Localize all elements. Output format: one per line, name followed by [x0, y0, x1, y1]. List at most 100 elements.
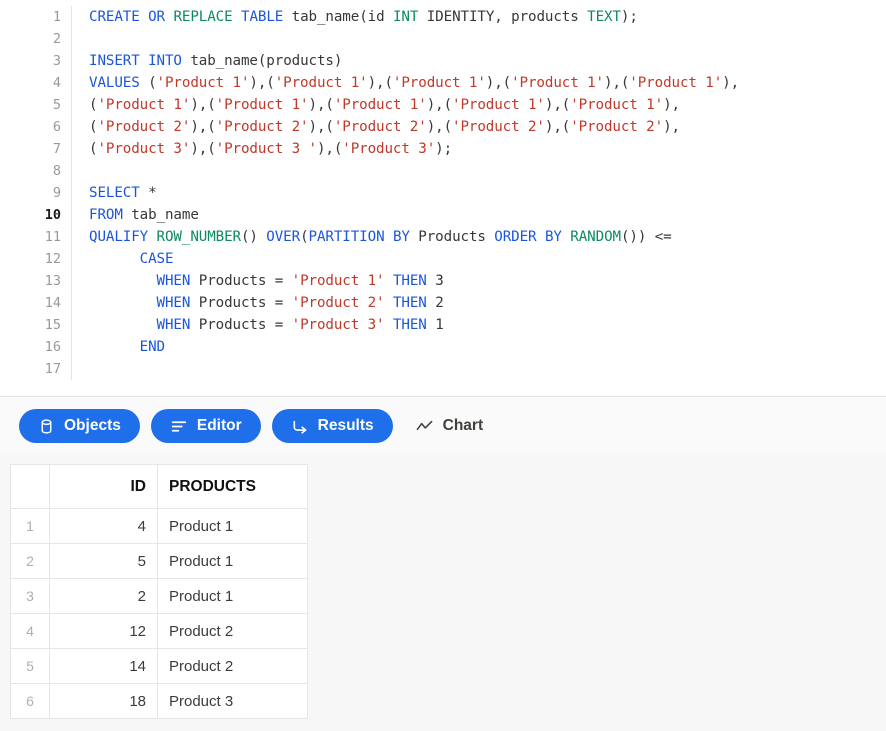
- row-index-cell[interactable]: 1: [10, 508, 50, 544]
- code-token: ),(: [603, 75, 630, 91]
- code-line[interactable]: END: [89, 336, 886, 358]
- arrow-turn-icon: [291, 418, 309, 435]
- code-token: ()) <=: [620, 229, 672, 245]
- column-header-id[interactable]: ID: [49, 464, 158, 509]
- code-line[interactable]: ('Product 1'),('Product 1'),('Product 1'…: [89, 94, 886, 116]
- id-cell[interactable]: 18: [49, 683, 158, 719]
- code-token: 'Product 2': [215, 119, 309, 135]
- code-line[interactable]: FROM tab_name: [89, 204, 886, 226]
- code-token: 'Product 2': [452, 119, 545, 135]
- products-cell[interactable]: Product 1: [157, 578, 308, 614]
- code-token: 'Product 1': [392, 75, 486, 91]
- code-line[interactable]: SELECT *: [89, 182, 886, 204]
- tab-editor[interactable]: Editor: [150, 409, 261, 443]
- code-line[interactable]: WHEN Products = 'Product 2' THEN 2: [89, 292, 886, 314]
- code-line[interactable]: CREATE OR REPLACE TABLE tab_name(id INT …: [89, 6, 886, 28]
- row-index-cell[interactable]: 6: [10, 683, 50, 719]
- row-index-cell[interactable]: 5: [10, 648, 50, 684]
- table-row[interactable]: 1 4 Product 1: [10, 508, 308, 544]
- products-cell[interactable]: Product 1: [157, 508, 308, 544]
- code-line[interactable]: INSERT INTO tab_name(products): [89, 50, 886, 72]
- code-token: tab_name: [122, 207, 199, 223]
- code-line[interactable]: ('Product 3'),('Product 3 '),('Product 3…: [89, 138, 886, 160]
- code-token: VALUES: [89, 75, 140, 91]
- row-index-cell[interactable]: 4: [10, 613, 50, 649]
- code-token: ),: [663, 119, 680, 135]
- code-token: 1: [435, 317, 444, 333]
- line-number: 13: [44, 273, 61, 289]
- code-line[interactable]: QUALIFY ROW_NUMBER() OVER(PARTITION BY P…: [89, 226, 886, 248]
- code-token: 'Product 1': [333, 97, 427, 113]
- code-token: ),(: [367, 75, 393, 91]
- tab-results[interactable]: Results: [271, 409, 393, 443]
- line-number: 12: [44, 251, 61, 267]
- code-token: WHEN: [156, 295, 191, 311]
- id-cell[interactable]: 4: [49, 508, 158, 544]
- code-area[interactable]: CREATE OR REPLACE TABLE tab_name(id INT …: [72, 6, 886, 380]
- table-row[interactable]: 3 2 Product 1: [10, 578, 308, 614]
- id-cell[interactable]: 14: [49, 648, 158, 684]
- id-cell[interactable]: 2: [49, 578, 158, 614]
- line-number: 4: [52, 75, 61, 91]
- code-line[interactable]: VALUES ('Product 1'),('Product 1'),('Pro…: [89, 72, 886, 94]
- products-cell[interactable]: Product 1: [157, 543, 308, 579]
- tab-chart-label: Chart: [442, 417, 484, 434]
- results-pane: ID PRODUCTS 1 4 Product 1 2 5 Product 1 3 2 Prod…: [0, 455, 886, 731]
- table-row[interactable]: 2 5 Product 1: [10, 543, 308, 579]
- code-token: 'Product 1': [156, 75, 250, 91]
- code-token: ORDER: [494, 229, 537, 245]
- code-line[interactable]: CASE: [89, 248, 886, 270]
- column-header-index[interactable]: [10, 464, 50, 509]
- code-token: THEN: [392, 317, 427, 333]
- tab-editor-label: Editor: [196, 417, 242, 434]
- code-token: tab_name(products): [181, 53, 343, 69]
- id-cell[interactable]: 12: [49, 613, 158, 649]
- table-row[interactable]: 5 14 Product 2: [10, 648, 308, 684]
- tab-chart[interactable]: Chart: [404, 409, 502, 443]
- code-token: TEXT: [587, 9, 621, 25]
- code-token: ),(: [485, 75, 512, 91]
- code-token: 'Product 1': [629, 75, 723, 91]
- products-cell[interactable]: Product 3: [157, 683, 308, 719]
- id-cell[interactable]: 5: [49, 543, 158, 579]
- code-token: (): [240, 229, 267, 245]
- code-token: ),(: [249, 75, 275, 91]
- products-cell[interactable]: Product 2: [157, 648, 308, 684]
- code-token: 'Product 2': [291, 295, 385, 311]
- row-index-cell[interactable]: 3: [10, 578, 50, 614]
- code-line[interactable]: WHEN Products = 'Product 3' THEN 1: [89, 314, 886, 336]
- sql-editor-pane[interactable]: 1 2 3 4 5 6 7 8 9 10 11 12 13 14 15 16 17 CREATE OR REPL…: [0, 0, 886, 396]
- code-token: ),(: [190, 97, 216, 113]
- code-line[interactable]: [89, 358, 886, 380]
- code-token: INTO: [148, 53, 182, 69]
- code-line[interactable]: [89, 28, 886, 50]
- code-token: FROM: [89, 207, 123, 223]
- code-token: 'Product 3': [97, 141, 191, 157]
- code-token: 'Product 3': [291, 317, 385, 333]
- code-line[interactable]: WHEN Products = 'Product 1' THEN 3: [89, 270, 886, 292]
- code-token: RANDOM: [570, 229, 621, 245]
- tab-objects[interactable]: Objects: [19, 409, 140, 443]
- code-line[interactable]: [89, 160, 886, 182]
- products-cell[interactable]: Product 2: [157, 613, 308, 649]
- code-line[interactable]: ('Product 2'),('Product 2'),('Product 2'…: [89, 116, 886, 138]
- code-token: 2: [435, 295, 444, 311]
- code-token: ROW_NUMBER: [156, 229, 242, 245]
- results-table-head: ID PRODUCTS: [10, 464, 308, 509]
- table-row[interactable]: 4 12 Product 2: [10, 613, 308, 649]
- line-number-gutter: 1 2 3 4 5 6 7 8 9 10 11 12 13 14 15 16 17: [0, 6, 72, 380]
- table-row[interactable]: 6 18 Product 3: [10, 683, 308, 719]
- row-index-cell[interactable]: 2: [10, 543, 50, 579]
- column-header-products[interactable]: PRODUCTS: [157, 464, 308, 509]
